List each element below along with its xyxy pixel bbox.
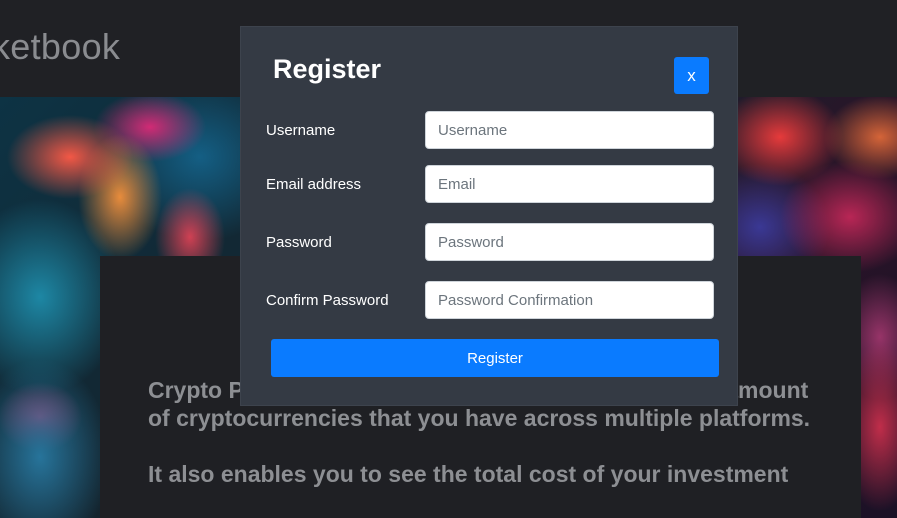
email-label: Email address: [266, 176, 362, 193]
register-submit-button[interactable]: Register: [271, 339, 719, 377]
confirm-password-input[interactable]: [425, 281, 714, 319]
email-input[interactable]: [425, 165, 714, 203]
brand-logo-text[interactable]: ketbook: [0, 26, 120, 68]
register-modal: Register x Username Email address Passwo…: [240, 26, 738, 406]
close-button[interactable]: x: [674, 57, 709, 94]
password-label: Password: [266, 234, 332, 251]
modal-title: Register: [273, 54, 382, 84]
about-paragraph-2: It also enables you to see the total cos…: [148, 461, 789, 487]
username-input[interactable]: [425, 111, 714, 149]
username-label: Username: [266, 122, 336, 139]
password-input[interactable]: [425, 223, 714, 261]
confirm-password-label: Confirm Password: [266, 292, 389, 309]
